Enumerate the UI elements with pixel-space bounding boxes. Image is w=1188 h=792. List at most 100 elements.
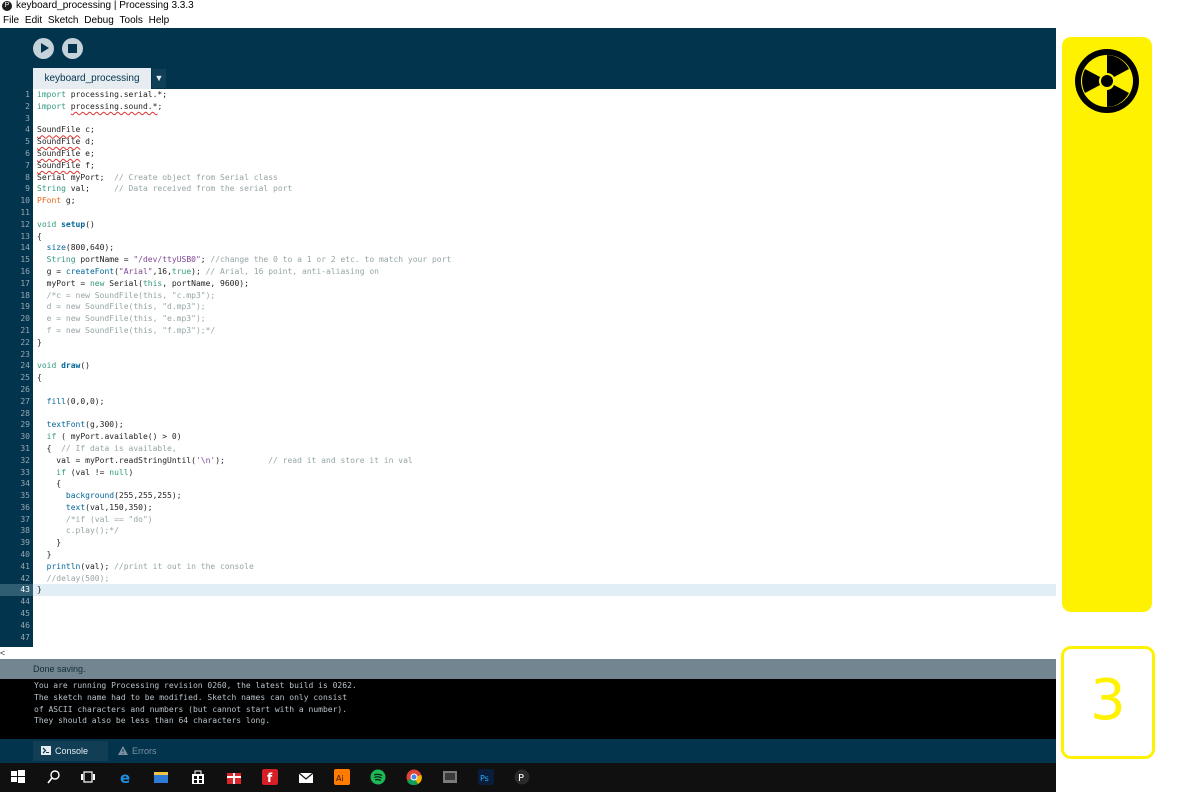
code-text[interactable]: if (val != null) [37,467,133,479]
menu-edit[interactable]: Edit [25,13,42,28]
code-line[interactable]: 22} [0,337,1056,349]
tab-menu-arrow-icon[interactable]: ▼ [152,69,166,88]
tab-console[interactable]: Console [33,741,108,761]
code-text[interactable]: g = createFont("Arial",16,true); // Aria… [37,266,379,278]
code-line[interactable]: 44 [0,596,1056,608]
console-output[interactable]: You are running Processing revision 0260… [0,679,1056,739]
code-text[interactable]: textFont(g,300); [37,419,124,431]
spotify-icon[interactable] [370,769,386,785]
code-text[interactable]: if ( myPort.available() > 0) [37,431,182,443]
code-text[interactable]: println(val); //print it out in the cons… [37,561,254,573]
code-line[interactable]: 16 g = createFont("Arial",16,true); // A… [0,266,1056,278]
code-line[interactable]: 2 import processing.sound.*; [0,101,1056,113]
code-line[interactable]: 19 d = new SoundFile(this, "d.mp3"); [0,301,1056,313]
windows-start-icon[interactable] [10,769,26,785]
tab-errors[interactable]: Errors [110,741,175,761]
code-text[interactable]: /*c = new SoundFile(this, "c.mp3"); [37,290,216,302]
code-line[interactable]: 27 fill(0,0,0); [0,396,1056,408]
code-text[interactable]: { [37,372,42,384]
code-line[interactable]: 47 [0,632,1056,644]
code-line[interactable]: 25 { [0,372,1056,384]
tab-keyboard-processing[interactable]: keyboard_processing [33,68,151,89]
code-text[interactable]: fill(0,0,0); [37,396,105,408]
code-line[interactable]: 33 if (val != null) [0,467,1056,479]
task-view-icon[interactable] [80,769,96,785]
menu-help[interactable]: Help [149,13,170,28]
code-line[interactable]: 3 [0,113,1056,125]
code-line[interactable]: 37 /*if (val == "do") [0,514,1056,526]
menu-tools[interactable]: Tools [120,13,143,28]
code-line[interactable]: 7 SoundFile f; [0,160,1056,172]
code-line[interactable]: 39 } [0,537,1056,549]
code-text[interactable]: void draw() [37,360,90,372]
code-line[interactable]: 36 text(val,150,350); [0,502,1056,514]
code-line[interactable]: 32 val = myPort.readStringUntil('\n'); /… [0,455,1056,467]
processing-icon[interactable]: P [514,769,530,785]
store-icon[interactable] [190,769,206,785]
code-text[interactable]: } [37,584,42,596]
code-line[interactable]: 13 { [0,231,1056,243]
illustrator-icon[interactable]: Ai [334,769,350,785]
code-text[interactable]: f = new SoundFile(this, "f.mp3");*/ [37,325,216,337]
code-line[interactable]: 18 /*c = new SoundFile(this, "c.mp3"); [0,290,1056,302]
code-line[interactable]: 26 [0,384,1056,396]
code-text[interactable]: SoundFile c; [37,124,95,136]
code-line[interactable]: 45 [0,608,1056,620]
code-line[interactable]: 23 [0,349,1056,361]
code-line[interactable]: 20 e = new SoundFile(this, "e.mp3"); [0,313,1056,325]
run-button[interactable] [33,38,54,59]
code-line[interactable]: 15 String portName = "/dev/ttyUSB0"; //c… [0,254,1056,266]
mail-icon[interactable] [298,769,314,785]
code-line[interactable]: 40 } [0,549,1056,561]
photoshop-icon[interactable]: Ps [478,769,494,785]
code-line[interactable]: 43} [0,584,1056,597]
code-text[interactable]: /*if (val == "do") [37,514,153,526]
code-text[interactable]: myPort = new Serial(this, portName, 9600… [37,278,249,290]
code-line[interactable]: 34 { [0,478,1056,490]
code-text[interactable]: background(255,255,255); [37,490,182,502]
code-line[interactable]: 35 background(255,255,255); [0,490,1056,502]
code-text[interactable]: e = new SoundFile(this, "e.mp3"); [37,313,206,325]
code-text[interactable]: PFont g; [37,195,76,207]
horizontal-scrollbar[interactable]: < [0,647,1056,659]
code-line[interactable]: 42 //delay(500); [0,573,1056,585]
menu-sketch[interactable]: Sketch [48,13,79,28]
code-line[interactable]: 29 textFont(g,300); [0,419,1056,431]
stop-button[interactable] [62,38,83,59]
code-text[interactable]: { // If data is available, [37,443,177,455]
code-line[interactable]: 17 myPort = new Serial(this, portName, 9… [0,278,1056,290]
code-text[interactable]: Serial myPort; // Create object from Ser… [37,172,278,184]
code-line[interactable]: 11 [0,207,1056,219]
code-editor[interactable]: 1 import processing.serial.*; 2 import proc… [0,89,1056,647]
code-text[interactable]: c.play();*/ [37,525,119,537]
code-line[interactable]: 21 f = new SoundFile(this, "f.mp3");*/ [0,325,1056,337]
code-text[interactable]: val = myPort.readStringUntil('\n'); // r… [37,455,412,467]
code-line[interactable]: 14 size(800,640); [0,242,1056,254]
code-line[interactable]: 9 String val; // Data received from the s… [0,183,1056,195]
menu-file[interactable]: File [3,13,19,28]
menu-debug[interactable]: Debug [84,13,113,28]
code-text[interactable]: SoundFile f; [37,160,95,172]
app-icon[interactable] [442,769,458,785]
code-text[interactable]: size(800,640); [37,242,114,254]
code-text[interactable]: //delay(500); [37,573,110,585]
code-text[interactable]: } [37,549,52,561]
code-line[interactable]: 31 { // If data is available, [0,443,1056,455]
code-line[interactable]: 10 PFont g; [0,195,1056,207]
file-explorer-icon[interactable] [153,769,169,785]
code-line[interactable]: 6 SoundFile e; [0,148,1056,160]
code-line[interactable]: 24 void draw() [0,360,1056,372]
code-text[interactable]: text(val,150,350); [37,502,153,514]
gift-icon[interactable] [226,769,242,785]
code-text[interactable]: String portName = "/dev/ttyUSB0"; //chan… [37,254,452,266]
code-text[interactable]: { [37,231,42,243]
code-text[interactable]: SoundFile d; [37,136,95,148]
code-line[interactable]: 46 [0,620,1056,632]
chrome-icon[interactable] [406,769,422,785]
code-text[interactable]: SoundFile e; [37,148,95,160]
code-text[interactable]: String val; // Data received from the se… [37,183,292,195]
code-line[interactable]: 1 import processing.serial.*; [0,89,1056,101]
code-text[interactable]: d = new SoundFile(this, "d.mp3"); [37,301,206,313]
code-text[interactable]: import processing.serial.*; [37,89,167,101]
code-line[interactable]: 28 [0,408,1056,420]
